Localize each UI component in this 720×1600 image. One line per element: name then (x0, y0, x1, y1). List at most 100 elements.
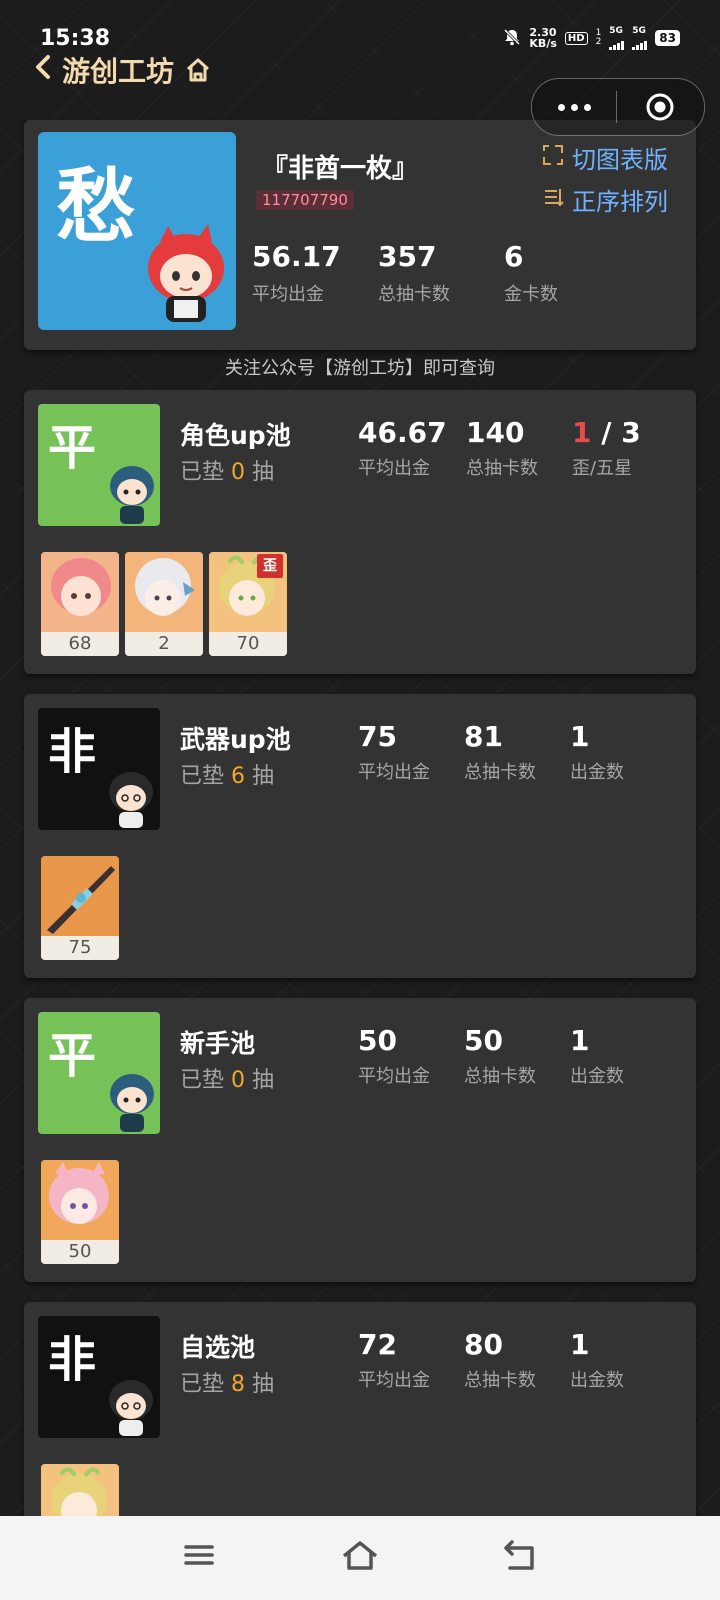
stat-label: 歪/五星 (572, 458, 633, 479)
pool-stat-avg: 75 平均出金 (358, 720, 430, 784)
stat-value: 50 (358, 1024, 397, 1057)
stat-label: 平均出金 (252, 284, 324, 305)
pity-prefix: 已垫 (180, 1372, 225, 1397)
sort-icon (542, 186, 564, 213)
pool-stat-avg: 46.67 平均出金 (358, 416, 447, 480)
more-dots-icon[interactable] (532, 103, 616, 111)
pool-stat-gold: 1 出金数 (570, 1328, 624, 1392)
chibi-character-icon (110, 466, 154, 524)
network-speed: 2.30 KB/s (529, 27, 556, 49)
pull-count: 2 (125, 632, 203, 656)
stat-value: 80 (464, 1328, 503, 1361)
pull-card[interactable]: 75 (41, 856, 119, 960)
pool-stat-offbanner: 1 / 3 歪/五星 (572, 416, 641, 480)
stat-value: 50 (464, 1024, 503, 1057)
pool-name: 武器up池 (180, 725, 291, 754)
stat-label: 总抽卡数 (464, 1370, 536, 1391)
pool-stat-total: 140 总抽卡数 (466, 416, 538, 480)
stat-label: 平均出金 (358, 1370, 430, 1391)
pool-card-weapon[interactable]: 非 武器up池 已垫 6 抽 75 平均出金 81 总抽卡数 1 出金数 75 (24, 694, 696, 978)
stat-value: 46.67 (358, 416, 447, 449)
pool-grade: 非 (48, 1332, 97, 1388)
chibi-character-icon (109, 772, 153, 828)
network1-label: 5G (609, 26, 623, 36)
stat-label: 总抽卡数 (464, 762, 536, 783)
pity-text: 已垫 0 抽 (180, 1062, 274, 1094)
status-icons: 2.30 KB/s HD 1 2 5G 5G 83 (503, 26, 680, 50)
status-time: 15:38 (40, 26, 111, 51)
system-back-icon[interactable] (502, 1538, 538, 1576)
stat-label: 平均出金 (358, 762, 430, 783)
stat-value: 1 (570, 720, 590, 753)
pool-card-character[interactable]: 平 角色up池 已垫 0 抽 46.67 平均出金 140 总抽卡数 1 / 3… (24, 390, 696, 674)
pool-stat-gold: 1 出金数 (570, 1024, 624, 1088)
pool-grade: 平 (48, 1028, 97, 1084)
character-portrait-icon (125, 552, 203, 632)
offbanner-tag: 歪 (257, 554, 283, 578)
stat-value: 1 (570, 1024, 590, 1057)
pool-stat-avg: 72 平均出金 (358, 1328, 430, 1392)
summary-stat-gold: 6 金卡数 (504, 240, 558, 306)
pool-name: 角色up池 (180, 421, 291, 450)
uid-badge: 117707790 (256, 190, 354, 210)
system-nav-bar (0, 1516, 720, 1600)
pool-stat-gold: 1 出金数 (570, 720, 624, 784)
pull-card[interactable]: 歪 70 (209, 552, 287, 656)
stat-value: 75 (358, 720, 397, 753)
sort-order-label: 正序排列 (572, 188, 668, 216)
stat-label: 总抽卡数 (466, 458, 538, 479)
stat-value: 140 (466, 416, 525, 449)
pull-card[interactable]: 68 (41, 552, 119, 656)
chibi-character-icon (148, 224, 224, 322)
stat-value: 6 (504, 240, 524, 273)
stat-value: 72 (358, 1328, 397, 1361)
stat-value: 1 / 3 (572, 416, 641, 450)
stat-label: 平均出金 (358, 1066, 430, 1087)
pity-count: 8 (231, 1372, 246, 1397)
stat-value: 56.17 (252, 240, 341, 273)
pity-text: 已垫 8 抽 (180, 1366, 274, 1398)
pull-card[interactable]: 50 (41, 1160, 119, 1264)
pool-card-selective[interactable]: 非 自选池 已垫 8 抽 72 平均出金 80 总抽卡数 1 出金数 (24, 1302, 696, 1542)
chibi-character-icon (110, 1074, 154, 1132)
pull-count: 70 (209, 632, 287, 656)
pool-name: 自选池 (180, 1333, 256, 1362)
stat-value: 81 (464, 720, 503, 753)
pull-card[interactable]: 2 (125, 552, 203, 656)
pool-name: 新手池 (180, 1029, 256, 1058)
mute-bell-icon (503, 28, 521, 49)
signal-1: 5G (609, 26, 625, 50)
menu-icon[interactable] (182, 1538, 216, 1576)
toggle-view-button[interactable]: 切图表版 (542, 140, 668, 175)
pity-suffix: 抽 (252, 1068, 275, 1093)
offbanner-count: 1 (572, 416, 592, 449)
toggle-view-label: 切图表版 (572, 146, 668, 174)
pool-stat-total: 81 总抽卡数 (464, 720, 536, 784)
chevron-left-icon[interactable] (34, 53, 52, 87)
stat-label: 平均出金 (358, 458, 430, 479)
signal-2: 5G (632, 26, 648, 50)
pity-prefix: 已垫 (180, 460, 225, 485)
miniprogram-capsule (531, 78, 705, 136)
pity-suffix: 抽 (252, 764, 275, 789)
pity-prefix: 已垫 (180, 1068, 225, 1093)
pity-count: 0 (231, 1068, 246, 1093)
weapon-portrait-icon (41, 856, 119, 936)
switch-view-icon (542, 144, 564, 171)
network-speed-unit: KB/s (529, 37, 557, 50)
stat-label: 出金数 (570, 762, 624, 783)
signal-bars-2-icon (632, 36, 648, 50)
five-star-count: / 3 (591, 416, 641, 449)
pool-grade-box: 平 (38, 404, 160, 526)
pool-card-beginner[interactable]: 平 新手池 已垫 0 抽 50 平均出金 50 总抽卡数 1 出金数 50 (24, 998, 696, 1282)
home-icon[interactable] (184, 56, 212, 84)
stat-value: 357 (378, 240, 437, 273)
target-icon[interactable] (617, 92, 703, 122)
notice-text: 关注公众号【游创工坊】即可查询 (225, 358, 495, 379)
pool-grade-box: 非 (38, 1316, 160, 1438)
summary-card: 愁 『非酋一枚』 117707790 切图表版 正序排列 56.17 平均出金 … (24, 120, 696, 350)
pity-prefix: 已垫 (180, 764, 225, 789)
system-home-icon[interactable] (340, 1538, 380, 1576)
overall-grade: 愁 (56, 160, 136, 253)
sort-order-button[interactable]: 正序排列 (542, 182, 668, 217)
